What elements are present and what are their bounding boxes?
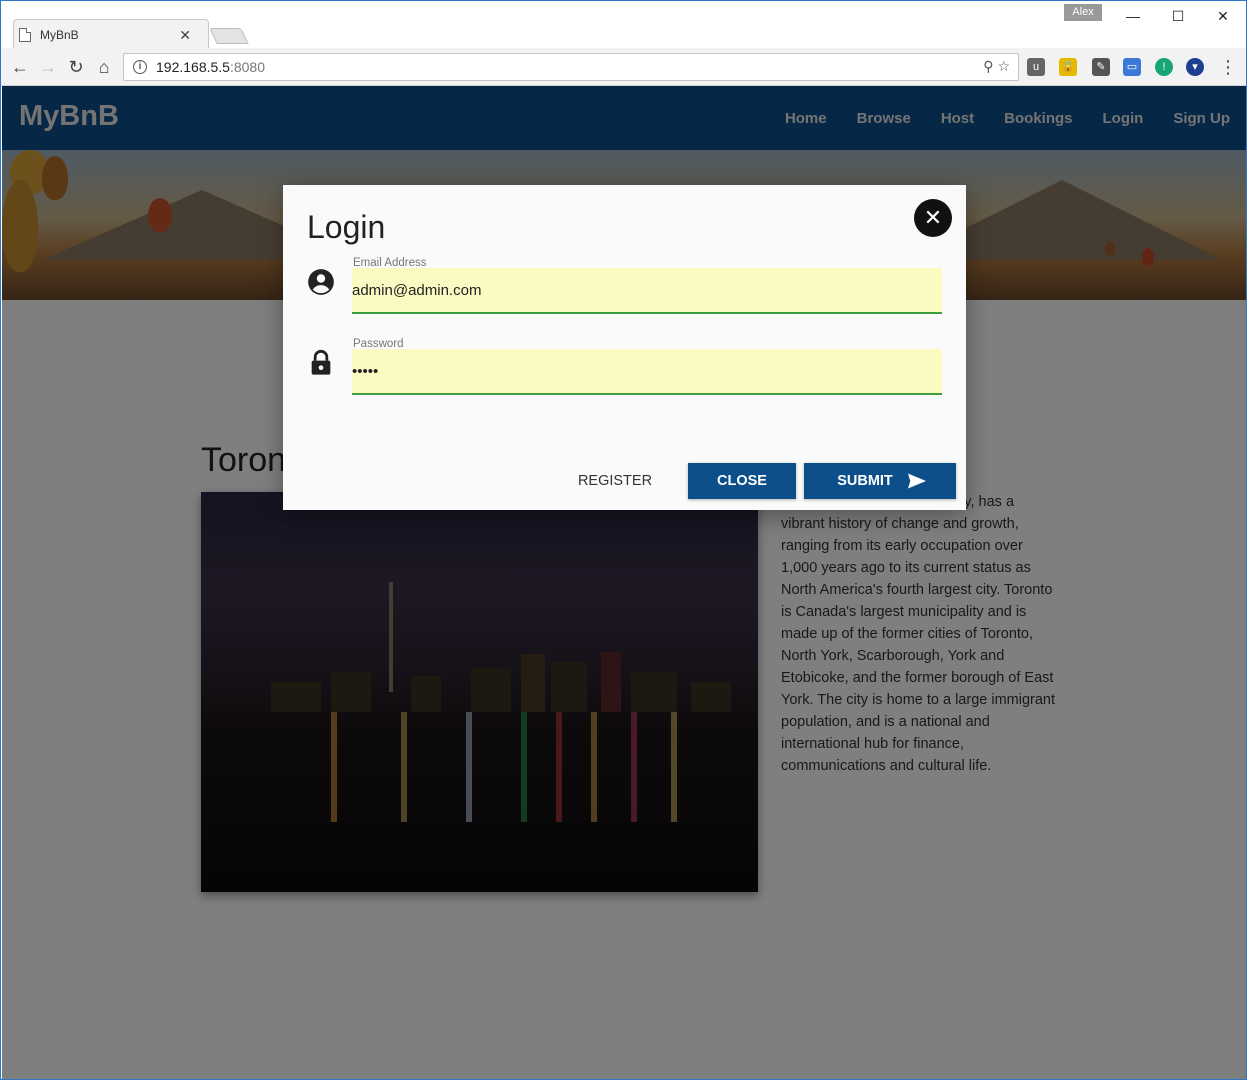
web-page: MyBnB Home Browse Host Bookings Login Si…	[2, 86, 1246, 1079]
menu-icon[interactable]: ⋮	[1215, 54, 1241, 80]
submit-label: SUBMIT	[837, 473, 893, 489]
lock-icon	[311, 349, 331, 375]
tab-content[interactable]: MyBnB ✕	[19, 21, 205, 49]
close-button[interactable]: CLOSE	[688, 463, 796, 499]
minimize-button[interactable]: —	[1110, 1, 1156, 31]
grammar-extension-icon[interactable]: !	[1155, 58, 1173, 76]
email-field[interactable]	[352, 268, 942, 312]
password-field-wrapper	[352, 349, 942, 395]
dialog-title: Login	[307, 209, 386, 245]
eyedropper-icon[interactable]: ✎	[1092, 58, 1110, 76]
forward-icon[interactable]: →	[35, 54, 61, 80]
browser-window: MyBnB ✕ Alex — ☐ ✕ ← → ↻ ⌂ i 192.168.5.5…	[0, 0, 1247, 1080]
screen-extension-icon[interactable]: ▭	[1123, 58, 1141, 76]
reload-icon[interactable]: ↻	[63, 54, 89, 80]
home-icon[interactable]: ⌂	[91, 54, 117, 80]
bookmark-star-icon[interactable]: ⚲ ☆	[983, 58, 1010, 75]
url-port: :8080	[229, 59, 266, 75]
password-field[interactable]	[352, 349, 942, 393]
new-tab-button[interactable]	[209, 28, 249, 44]
page-icon	[19, 28, 31, 42]
profile-badge[interactable]: Alex	[1064, 4, 1102, 21]
browser-toolbar: ← → ↻ ⌂ i 192.168.5.5 :8080 ⚲ ☆ u 🔒 ✎ ▭ …	[1, 48, 1246, 86]
ublock-icon[interactable]: u	[1027, 58, 1045, 76]
back-icon[interactable]: ←	[7, 54, 33, 80]
close-window-button[interactable]: ✕	[1200, 1, 1246, 31]
submit-button[interactable]: SUBMIT	[804, 463, 956, 499]
title-bar: MyBnB ✕ Alex — ☐ ✕	[1, 1, 1246, 49]
close-icon[interactable]: ✕	[914, 199, 952, 237]
vpn-extension-icon[interactable]: ▾	[1186, 58, 1204, 76]
login-dialog: Login ✕ Email Address Password REGISTER	[283, 185, 966, 510]
account-circle-icon	[308, 269, 334, 295]
email-field-wrapper	[352, 268, 942, 314]
tab-close-icon[interactable]: ✕	[179, 27, 191, 44]
info-icon[interactable]: i	[133, 60, 147, 74]
register-button[interactable]: REGISTER	[566, 463, 664, 499]
url-host: 192.168.5.5	[156, 59, 230, 75]
maximize-button[interactable]: ☐	[1155, 1, 1201, 31]
lock-extension-icon[interactable]: 🔒	[1059, 58, 1077, 76]
tab-title: MyBnB	[40, 28, 79, 42]
address-bar[interactable]: i 192.168.5.5 :8080 ⚲ ☆	[123, 53, 1019, 81]
send-icon	[908, 473, 926, 489]
